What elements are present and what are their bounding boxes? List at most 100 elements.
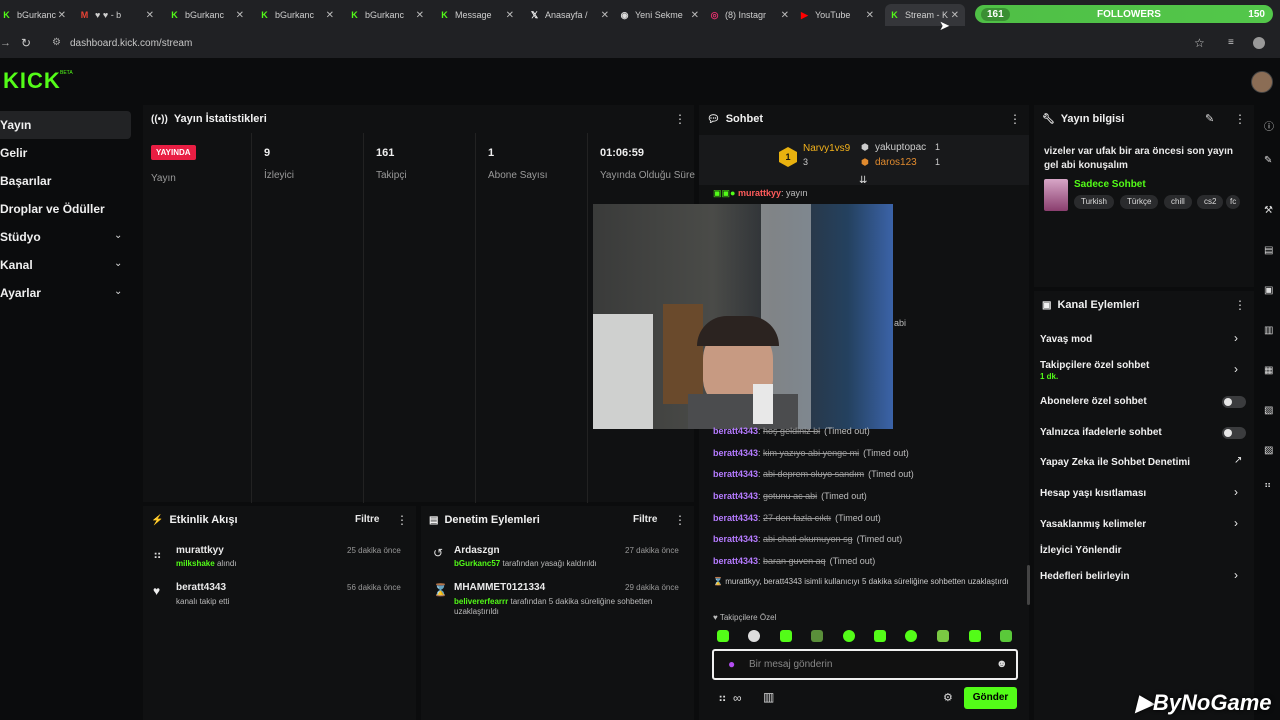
stream-tag[interactable]: Turkish [1074, 195, 1114, 209]
emote-icon[interactable] [843, 630, 855, 642]
emote-icon[interactable] [748, 630, 760, 642]
tab-close-icon[interactable]: ✕ [506, 10, 514, 21]
tool-icon[interactable]: ⚒ [1264, 205, 1273, 216]
browser-tab[interactable]: ◉ Yeni Sekme ✕ [620, 4, 705, 26]
microphone-icon[interactable]: ● [728, 657, 735, 671]
browser-tab[interactable]: K Message ✕ [440, 4, 520, 26]
chevron-down-icon[interactable]: ⌄ [114, 230, 122, 241]
edit-pencil-icon[interactable]: ✎ [1205, 112, 1214, 125]
tab-close-icon[interactable]: ✕ [781, 10, 789, 21]
tab-close-icon[interactable]: ✕ [866, 10, 874, 21]
activity-filter-button[interactable]: Filtre [355, 514, 379, 525]
browser-tab[interactable]: KbGurkanc ✕ [2, 4, 72, 26]
external-link-icon[interactable]: ↗ [1234, 455, 1242, 466]
emote-icon[interactable] [905, 630, 917, 642]
points-icon[interactable]: ⠶ [1264, 480, 1271, 491]
chat-scrollbar[interactable] [1027, 565, 1030, 605]
infinity-icon[interactable]: ∞ [733, 691, 742, 705]
edit-icon[interactable]: ✎ [1264, 155, 1272, 166]
chat-input[interactable]: ● Bir mesaj gönderin ☻ [712, 649, 1018, 680]
moderation-filter-button[interactable]: Filtre [633, 514, 657, 525]
tab-close-icon[interactable]: ✕ [951, 10, 959, 21]
url-text[interactable]: dashboard.kick.com/stream [70, 38, 192, 49]
stream-category[interactable]: Sadece Sohbet [1074, 179, 1146, 190]
tool-icon[interactable]: ▧ [1264, 405, 1273, 416]
account-age-option[interactable]: Hesap yaşı kısıtlaması [1040, 488, 1146, 499]
user-avatar[interactable] [1251, 71, 1273, 93]
channel-actions-menu-icon[interactable]: ⋮ [1234, 298, 1246, 312]
stream-tag[interactable]: chill [1164, 195, 1192, 209]
top-user-name[interactable]: Narvy1vs9 [803, 143, 850, 154]
emote-only-toggle[interactable] [1222, 427, 1246, 439]
stream-info-menu-icon[interactable]: ⋮ [1234, 112, 1246, 126]
set-goals-option[interactable]: Hedefleri belirleyin [1040, 571, 1129, 582]
emote-icon[interactable] [874, 630, 886, 642]
emote-icon[interactable] [1000, 630, 1012, 642]
chevron-right-icon[interactable]: › [1234, 516, 1238, 530]
browser-tab-active[interactable]: K Stream - K ✕ [885, 4, 965, 26]
stream-tag[interactable]: Türkçe [1120, 195, 1159, 209]
activity-user[interactable]: beratt4343 [176, 582, 226, 593]
stats-menu-icon[interactable]: ⋮ [674, 112, 686, 126]
points-icon[interactable]: ⠶ [718, 691, 727, 705]
media-controls-icon[interactable]: ≡ [1228, 37, 1234, 48]
reload-icon[interactable]: ↻ [21, 36, 31, 50]
emote-icon[interactable] [811, 630, 823, 642]
activity-user[interactable]: murattkyy [176, 545, 224, 556]
tool-icon[interactable]: ▤ [1264, 245, 1273, 256]
browser-tab[interactable]: ◎ (8) Instagr ✕ [710, 4, 795, 26]
tool-icon[interactable]: ▥ [1264, 325, 1273, 336]
chevron-right-icon[interactable]: › [1234, 485, 1238, 499]
browser-tab[interactable]: KbGurkanc ✕ [350, 4, 430, 26]
tab-close-icon[interactable]: ✕ [146, 10, 154, 21]
tab-close-icon[interactable]: ✕ [326, 10, 334, 21]
chevron-down-icon[interactable]: ⌄ [114, 286, 122, 297]
ai-moderation-option[interactable]: Yapay Zeka ile Sohbet Denetimi [1040, 457, 1190, 468]
banned-words-option[interactable]: Yasaklanmış kelimeler [1040, 519, 1146, 530]
chevron-right-icon[interactable]: › [1234, 331, 1238, 345]
top-user-name[interactable]: yakuptopac [875, 142, 926, 153]
sidebar-item-studyo[interactable]: Stüdyo [0, 230, 41, 244]
kick-logo[interactable]: KICK [3, 68, 61, 94]
activity-menu-icon[interactable]: ⋮ [396, 513, 408, 527]
moderation-menu-icon[interactable]: ⋮ [674, 513, 686, 527]
browser-tab[interactable]: ▶ YouTube ✕ [800, 4, 880, 26]
send-button[interactable]: Gönder [964, 687, 1017, 709]
tab-close-icon[interactable]: ✕ [601, 10, 609, 21]
chat-menu-icon[interactable]: ⋮ [1009, 112, 1021, 126]
store-icon[interactable]: ▥ [763, 690, 774, 704]
forward-icon[interactable]: → [0, 37, 11, 49]
tool-icon[interactable]: ▨ [1264, 445, 1273, 456]
collapse-icon[interactable]: ⇊ [859, 175, 867, 186]
sidebar-item-ayarlar[interactable]: Ayarlar [0, 286, 41, 300]
browser-tab[interactable]: 𝕏 Anasayfa / ✕ [530, 4, 615, 26]
sidebar-item-yayin[interactable]: Yayın [0, 118, 31, 132]
tab-close-icon[interactable]: ✕ [58, 10, 66, 21]
moderation-user[interactable]: MHAMMET0121334 [454, 582, 545, 593]
info-icon[interactable]: ⓘ [1264, 118, 1274, 133]
chevron-down-icon[interactable]: ⌄ [114, 258, 122, 269]
emote-icon[interactable] [969, 630, 981, 642]
top-user-name[interactable]: daros123 [875, 157, 917, 168]
chevron-right-icon[interactable]: › [1234, 568, 1238, 582]
bookmark-star-icon[interactable]: ☆ [1194, 36, 1205, 50]
chat-settings-gear-icon[interactable]: ⚙ [943, 691, 953, 704]
site-info-icon[interactable]: ⚙ [52, 37, 61, 48]
host-viewers-option[interactable]: İzleyici Yönlendir [1040, 545, 1122, 556]
sidebar-item-kanal[interactable]: Kanal [0, 258, 33, 272]
tool-icon[interactable]: ▦ [1264, 365, 1273, 376]
emote-icon[interactable] [717, 630, 729, 642]
emote-icon[interactable] [937, 630, 949, 642]
browser-tab[interactable]: KbGurkanc ✕ [170, 4, 250, 26]
tab-close-icon[interactable]: ✕ [416, 10, 424, 21]
emoji-icon[interactable]: ☻ [996, 658, 1008, 670]
chevron-right-icon[interactable]: › [1234, 362, 1238, 376]
sidebar-item-basarilar[interactable]: Başarılar [0, 174, 51, 188]
followers-only-chat-option[interactable]: Takipçilere özel sohbet [1040, 360, 1149, 371]
stream-tag[interactable]: cs2 [1197, 195, 1224, 209]
profile-icon[interactable] [1253, 37, 1265, 49]
slow-mode-option[interactable]: Yavaş mod [1040, 334, 1092, 345]
sidebar-item-gelir[interactable]: Gelir [0, 146, 27, 160]
tool-icon[interactable]: ▣ [1264, 285, 1273, 296]
browser-tab[interactable]: M ♥ ♥ - b ✕ [80, 4, 160, 26]
